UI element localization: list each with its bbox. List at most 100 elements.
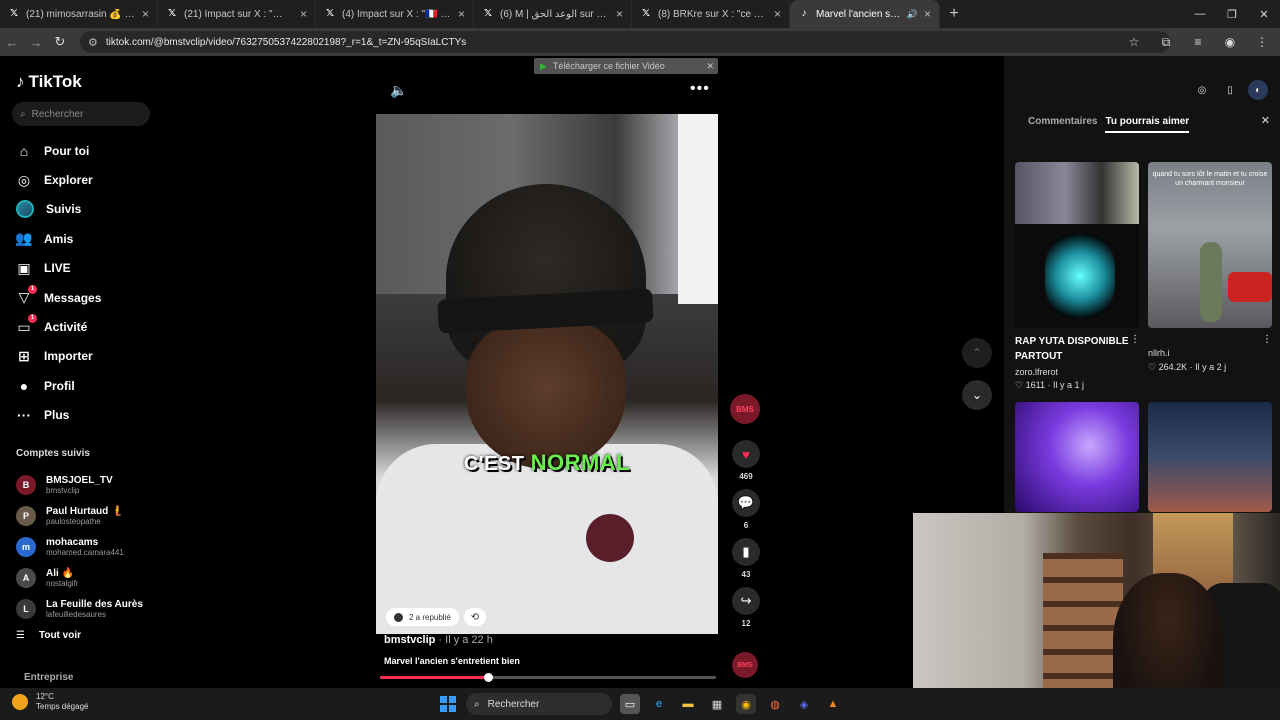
- following-item[interactable]: A Ali 🔥 nostalgifr: [16, 562, 143, 593]
- bookmark-icon[interactable]: ▮: [732, 538, 760, 566]
- nav-item[interactable]: ● Profil: [16, 371, 101, 400]
- close-tab-icon[interactable]: ×: [774, 7, 781, 21]
- bookmark-star-icon[interactable]: ☆: [1124, 32, 1144, 52]
- video-progress-bar[interactable]: [380, 673, 716, 682]
- card-title[interactable]: RAP YUTA DISPONIBLE PARTOUT: [1015, 334, 1129, 364]
- list-icon: ☰: [16, 630, 25, 641]
- edge-icon[interactable]: e: [649, 694, 669, 714]
- task-view-icon[interactable]: ▭: [620, 694, 640, 714]
- close-panel-icon[interactable]: ✕: [1261, 114, 1270, 127]
- maximize-icon[interactable]: ❐: [1216, 0, 1248, 28]
- close-tab-icon[interactable]: ×: [616, 7, 623, 21]
- profile-icon[interactable]: ◉: [1220, 32, 1240, 52]
- forward-icon[interactable]: →: [24, 30, 48, 54]
- windows-start-icon[interactable]: [440, 696, 456, 712]
- media-control-icon[interactable]: ≡: [1188, 32, 1208, 52]
- vlc-icon[interactable]: ▲: [823, 694, 843, 714]
- browser-tab[interactable]: 𝕏 (21) mimosarrasin 💰 sur X : "O ×: [0, 0, 158, 28]
- suggested-video-card[interactable]: [1015, 162, 1139, 328]
- suggested-video-card[interactable]: [1148, 402, 1272, 512]
- file-explorer-icon[interactable]: ▬: [678, 694, 698, 714]
- comment-icon[interactable]: 💬: [732, 489, 760, 517]
- next-video[interactable]: ⌄: [962, 380, 992, 410]
- repost-badge[interactable]: 2 a republié: [386, 608, 459, 626]
- close-tab-icon[interactable]: ×: [924, 7, 931, 21]
- following-item[interactable]: L La Feuille des Aurès lafeuilledesaures: [16, 593, 143, 624]
- nav-item[interactable]: ◎ Explorer: [16, 165, 101, 194]
- following-item[interactable]: B BMSJOEL_TV bmstvclip: [16, 469, 143, 500]
- tab-suggested[interactable]: Tu pourrais aimer: [1105, 116, 1190, 133]
- nav-item[interactable]: ▽ 1 Messages: [16, 283, 101, 312]
- company-link[interactable]: Entreprise: [24, 672, 73, 683]
- nav-item[interactable]: 👥 Amis: [15, 224, 101, 253]
- new-tab-button[interactable]: +: [940, 0, 968, 28]
- save-action[interactable]: ▮ 43: [730, 538, 762, 579]
- more-options-icon[interactable]: •••: [690, 80, 710, 98]
- share-action[interactable]: ↪ 12: [730, 587, 762, 628]
- menu-icon[interactable]: ⋮: [1252, 32, 1272, 52]
- coins-icon[interactable]: ◎: [1192, 80, 1212, 100]
- like-action[interactable]: ♥ 469: [730, 440, 762, 481]
- close-window-icon[interactable]: ✕: [1248, 0, 1280, 28]
- download-video-bar[interactable]: ▶ Télécharger ce fichier Vidéo ✕: [534, 58, 718, 74]
- chevron-up-icon[interactable]: ⌃: [962, 338, 992, 368]
- creator-avatar[interactable]: BMS: [730, 394, 760, 424]
- nav-item[interactable]: ⌂ Pour toi: [16, 136, 101, 165]
- nav-item[interactable]: ▣ LIVE: [16, 254, 101, 283]
- user-avatar[interactable]: ◐: [1248, 80, 1268, 100]
- store-icon[interactable]: ▦: [707, 694, 727, 714]
- following-avatar-icon: [16, 200, 34, 219]
- close-download-icon[interactable]: ✕: [706, 61, 714, 72]
- volume-icon[interactable]: 🔈: [390, 82, 407, 99]
- chevron-down-icon[interactable]: ⌄: [962, 380, 992, 410]
- browser-tab[interactable]: ♪ Marvel l'ancien s'entretient 🔊 ×: [790, 0, 940, 28]
- taskbar-search[interactable]: ⌕ Rechercher: [466, 693, 612, 715]
- author-name[interactable]: bmstvclip: [384, 634, 435, 646]
- video-player[interactable]: C'EST NORMAL: [376, 114, 718, 634]
- following-item[interactable]: P Paul Hurtaud 🧜 paulosteopathe: [16, 500, 143, 531]
- close-tab-icon[interactable]: ×: [300, 7, 307, 21]
- following-item[interactable]: m mohacams mohamed.camara441: [16, 531, 143, 562]
- card-more-icon[interactable]: ⋮: [1130, 334, 1140, 345]
- device-icon[interactable]: ▯: [1220, 80, 1240, 100]
- firefox-icon[interactable]: ◍: [765, 694, 785, 714]
- sound-avatar[interactable]: BMS: [732, 652, 758, 678]
- heart-icon[interactable]: ♥: [732, 440, 760, 468]
- minimize-icon[interactable]: —: [1184, 0, 1216, 28]
- tab-comments[interactable]: Commentaires: [1028, 116, 1097, 133]
- share-icon[interactable]: ↪: [732, 587, 760, 615]
- card-more-icon[interactable]: ⋮: [1262, 334, 1272, 345]
- site-info-icon[interactable]: ⚙: [88, 36, 98, 49]
- nav-item[interactable]: ⊞ Importer: [16, 342, 101, 371]
- progress-knob[interactable]: [484, 673, 493, 682]
- nav-item[interactable]: ··· Plus: [16, 401, 101, 430]
- card-user[interactable]: zoro.lfrerot: [1015, 367, 1058, 377]
- browser-tabbar: 𝕏 (21) mimosarrasin 💰 sur X : "O × 𝕏 (21) Im…: [0, 0, 1280, 28]
- card-user[interactable]: nllrh.i: [1148, 348, 1170, 358]
- tiktok-logo[interactable]: ♪ TikTok: [16, 72, 82, 92]
- close-tab-icon[interactable]: ×: [458, 7, 465, 21]
- browser-tab[interactable]: 𝕏 (21) Impact sur X : "🇫🇷 LE RA ×: [158, 0, 316, 28]
- back-icon[interactable]: ←: [0, 30, 24, 54]
- url-field[interactable]: ⚙ tiktok.com/@bmstvclip/video/7632750537…: [80, 31, 1170, 53]
- reload-icon[interactable]: ↻: [48, 30, 72, 54]
- chrome-icon[interactable]: ◉: [736, 694, 756, 714]
- prev-video[interactable]: ⌃: [962, 338, 992, 368]
- browser-tab[interactable]: 𝕏 (8) BRKre sur X : "ce que le mar ×: [632, 0, 790, 28]
- comment-action[interactable]: 💬 6: [730, 489, 762, 530]
- nav-item[interactable]: Suivis: [16, 195, 101, 224]
- suggested-video-card[interactable]: [1015, 402, 1139, 512]
- tab-audio-icon[interactable]: 🔊: [907, 9, 918, 20]
- search-input[interactable]: ⌕ Rechercher: [12, 102, 150, 126]
- repost-button[interactable]: ⟲: [464, 608, 486, 626]
- weather-widget[interactable]: 12°C Temps dégagé: [12, 692, 88, 712]
- see-all-link[interactable]: ☰ Tout voir: [16, 630, 81, 641]
- discord-icon[interactable]: ◈: [794, 694, 814, 714]
- cam-shelf: [1043, 553, 1123, 703]
- browser-tab[interactable]: 𝕏 (4) Impact sur X : "🇫🇷 "Au bout d ×: [316, 0, 474, 28]
- extensions-icon[interactable]: ⧉: [1156, 32, 1176, 52]
- nav-item[interactable]: ▭ 1 Activité: [16, 312, 101, 341]
- close-tab-icon[interactable]: ×: [142, 7, 149, 21]
- browser-tab[interactable]: 𝕏 (6) M | ﺍﻟﻮﻋﺪ ﺍﻟﺤﻖ sur X : "Mais c ×: [474, 0, 632, 28]
- suggested-video-card[interactable]: quand tu sors tôt le matin et tu croise …: [1148, 162, 1272, 328]
